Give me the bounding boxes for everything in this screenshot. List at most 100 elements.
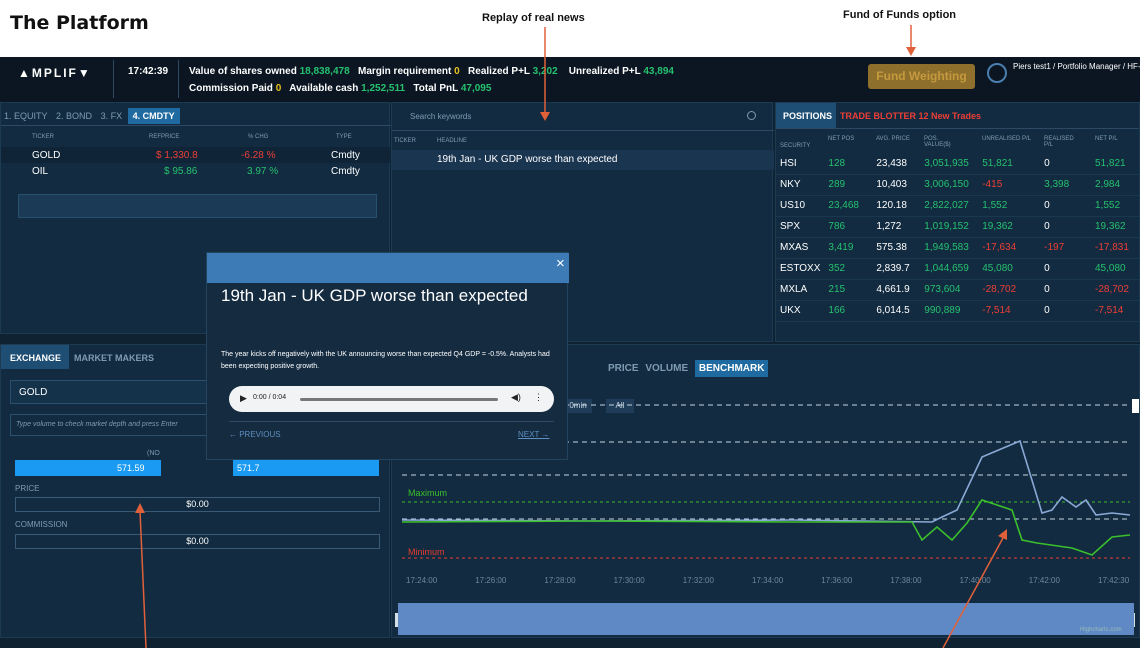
stats-line-1: Value of shares owned 18,838,478 Margin … xyxy=(189,66,674,77)
news-headline[interactable]: 19th Jan - UK GDP worse than expected xyxy=(437,154,617,165)
asset-tabs: 1. EQUITY 2. BOND 3. FX 4. CMDTY xyxy=(1,108,180,124)
play-icon[interactable]: ▶ xyxy=(240,393,247,404)
net-pos-cell: 289 xyxy=(824,174,873,196)
col-news-ticker: TICKER xyxy=(394,138,417,144)
col-chg[interactable]: % CHG xyxy=(248,134,268,140)
unrealised-cell: 45,080 xyxy=(978,258,1041,280)
top-bar: ▲MPLIF▼ 17:42:39 Value of shares owned 1… xyxy=(0,57,1140,102)
positions-panel: POSITIONS TRADE BLOTTER 12 New Trades SE… xyxy=(775,102,1140,342)
unrealised-cell: -7,514 xyxy=(978,300,1041,322)
tab-positions[interactable]: POSITIONS xyxy=(783,111,832,121)
avg-price-cell: 10,403 xyxy=(872,174,921,196)
x-tick-label: 17:38:00 xyxy=(890,576,922,585)
net-pl-cell: 1,552 xyxy=(1091,195,1139,217)
x-tick-label: 17:24:00 xyxy=(406,576,438,585)
type-cell: Cmdty xyxy=(331,166,360,177)
position-row[interactable]: SPX 786 1,272 1,019,152 19,362 0 19,362 xyxy=(776,216,1139,238)
price-field[interactable]: $0.00 xyxy=(15,497,380,512)
tab-cmdty[interactable]: 4. CMDTY xyxy=(127,108,180,124)
security-cell: MXAS xyxy=(776,237,825,259)
x-tick-label: 17:30:00 xyxy=(614,576,646,585)
minimum-label: Minimum xyxy=(408,547,445,557)
net-pos-cell: 23,468 xyxy=(824,195,873,217)
net-pos-cell: 786 xyxy=(824,216,873,238)
price-cell: $ 1,330.8 xyxy=(156,150,198,161)
position-row[interactable]: HSI 128 23,438 3,051,935 51,821 0 51,821 xyxy=(776,153,1139,175)
avg-price-cell: 4,661.9 xyxy=(872,279,921,301)
realised-cell: 0 xyxy=(1040,153,1091,175)
pos-value-cell: 973,604 xyxy=(920,279,979,301)
avg-price-cell: 2,839.7 xyxy=(872,258,921,280)
callout-fund: Fund of Funds option xyxy=(843,9,957,21)
pos-value-cell: 1,044,659 xyxy=(920,258,979,280)
news-modal: × 19th Jan - UK GDP worse than expected … xyxy=(206,252,569,460)
positions-table: HSI 128 23,438 3,051,935 51,821 0 51,821 NKY 289… xyxy=(776,153,1139,322)
net-pos-cell: 166 xyxy=(824,300,873,322)
audio-time: 0:00 / 0:04 xyxy=(253,394,287,401)
pos-value-cell: 3,051,935 xyxy=(920,153,979,175)
maximum-label: Maximum xyxy=(408,488,448,498)
net-pl-cell: 51,821 xyxy=(1091,153,1139,175)
navigator[interactable] xyxy=(398,603,1134,635)
position-row[interactable]: US10 23,468 120.18 2,822,027 1,552 0 1,552 xyxy=(776,195,1139,217)
col-net-pos: NET POS xyxy=(828,136,855,142)
security-cell: US10 xyxy=(776,195,825,217)
app-logo: ▲MPLIF▼ xyxy=(18,66,92,80)
position-row[interactable]: MXLA 215 4,661.9 973,604 -28,702 0 -28,702 xyxy=(776,279,1139,301)
col-unrealised: UNREALISED P/L xyxy=(982,136,1032,142)
user-avatar-icon[interactable] xyxy=(987,63,1007,83)
slide-title: The Platform xyxy=(10,12,149,34)
price-label: PRICE xyxy=(15,484,40,493)
tab-exchange[interactable]: EXCHANGE xyxy=(10,353,61,363)
pos-value-cell: 3,006,150 xyxy=(920,174,979,196)
audio-progress-bar[interactable] xyxy=(300,398,498,401)
security-cell: HSI xyxy=(776,153,825,175)
col-ticker[interactable]: TICKER xyxy=(32,134,54,140)
tab-bond[interactable]: 2. BOND xyxy=(53,111,95,121)
tab-equity[interactable]: 1. EQUITY xyxy=(1,111,51,121)
news-search-input[interactable]: Search keywords xyxy=(410,112,471,121)
fund-weighting-button[interactable]: Fund Weighting xyxy=(868,64,975,89)
net-pl-cell: -28,702 xyxy=(1091,279,1139,301)
tab-fx[interactable]: 3. FX xyxy=(98,111,126,121)
col-realised: REALISED P/L xyxy=(1044,136,1074,148)
col-refprice[interactable]: REFPRICE xyxy=(149,134,179,140)
tab-trade-blotter[interactable]: TRADE BLOTTER 12 New Trades xyxy=(840,111,981,121)
more-options-icon[interactable]: ⋮ xyxy=(534,392,543,403)
modal-header xyxy=(207,253,569,283)
empty-input-bar[interactable] xyxy=(18,194,377,218)
stats-line-2: Commission Paid 0 Available cash 1,252,5… xyxy=(189,83,492,94)
col-headline: HEADLINE xyxy=(437,138,468,144)
col-net-pl: NET P/L xyxy=(1095,136,1118,142)
net-pos-cell: 128 xyxy=(824,153,873,175)
realised-cell: 3,398 xyxy=(1040,174,1091,196)
next-link[interactable]: NEXT → xyxy=(518,430,549,439)
position-row[interactable]: NKY 289 10,403 3,006,150 -415 3,398 2,984 xyxy=(776,174,1139,196)
chart-credit: Highcharts.com xyxy=(1080,627,1122,633)
unrealised-cell: -17,634 xyxy=(978,237,1041,259)
x-tick-label: 17:28:00 xyxy=(544,576,576,585)
tab-market-makers[interactable]: MARKET MAKERS xyxy=(74,353,154,363)
portfolio-line xyxy=(401,499,1131,556)
avg-price-cell: 120.18 xyxy=(872,195,921,217)
col-type[interactable]: TYPE xyxy=(336,134,352,140)
realised-cell: 0 xyxy=(1040,300,1091,322)
x-tick-label: 17:32:00 xyxy=(683,576,715,585)
search-icon[interactable] xyxy=(747,111,756,120)
user-info: Piers test1 / Portfolio Manager / HF-4 xyxy=(1013,62,1140,71)
unrealised-cell: 1,552 xyxy=(978,195,1041,217)
position-row[interactable]: MXAS 3,419 575.38 1,949,583 -17,634 -197 -17,8… xyxy=(776,237,1139,259)
avg-price-cell: 6,014.5 xyxy=(872,300,921,322)
security-cell: NKY xyxy=(776,174,825,196)
security-cell: SPX xyxy=(776,216,825,238)
position-row[interactable]: UKX 166 6,014.5 990,889 -7,514 0 -7,514 xyxy=(776,300,1139,322)
volume-icon[interactable]: ◀) xyxy=(511,392,521,403)
close-icon[interactable]: × xyxy=(556,255,565,272)
bid-value: 571.59 xyxy=(117,463,145,473)
realised-cell: -197 xyxy=(1040,237,1091,259)
previous-link[interactable]: ← PREVIOUS xyxy=(229,430,281,439)
security-cell: MXLA xyxy=(776,279,825,301)
commission-field[interactable]: $0.00 xyxy=(15,534,380,549)
position-row[interactable]: ESTOXX 352 2,839.7 1,044,659 45,080 0 45,080 xyxy=(776,258,1139,280)
net-pl-cell: -17,831 xyxy=(1091,237,1139,259)
